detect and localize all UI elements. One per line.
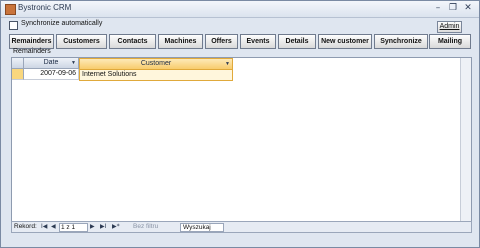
customer-cell[interactable]: Internet Solutions — [79, 69, 233, 81]
record-navigation-bar: Rekord: I◀ ◀ 1 z 1 ▶ ▶I ▶* Bez filtru Wy… — [11, 221, 472, 233]
customers-button[interactable]: Customers — [56, 34, 107, 49]
sort-dropdown-icon[interactable]: ▼ — [225, 59, 230, 69]
new-customer-button[interactable]: New customer — [318, 34, 372, 49]
restore-icon[interactable]: ❐ — [447, 3, 459, 14]
details-button[interactable]: Details — [278, 34, 316, 49]
offers-button[interactable]: Offers — [205, 34, 238, 49]
machines-button[interactable]: Machines — [158, 34, 203, 49]
synchronize-button[interactable]: Synchronize — [374, 34, 428, 49]
last-record-icon[interactable]: ▶I — [100, 222, 106, 232]
previous-record-icon[interactable]: ◀ — [51, 222, 56, 232]
date-cell[interactable]: 2007-09-06 — [24, 69, 79, 80]
minimize-icon[interactable]: – — [432, 3, 444, 14]
window-footer — [1, 233, 479, 247]
column-header-label: Customer — [140, 60, 172, 67]
new-record-icon[interactable]: ▶* — [112, 222, 120, 232]
close-icon[interactable]: ✕ — [462, 3, 474, 14]
remainders-grid: Date ▼ Customer ▼ 2007-09-06 Internet So… — [11, 57, 472, 231]
remainders-label: Remainders — [13, 48, 51, 55]
title-bar[interactable]: Bystronic CRM – ❐ ✕ — [1, 1, 479, 18]
sort-dropdown-icon[interactable]: ▼ — [71, 58, 76, 68]
record-position-field[interactable]: 1 z 1 — [59, 223, 88, 232]
grid-header: Date ▼ Customer ▼ — [12, 58, 471, 70]
app-window: Bystronic CRM – ❐ ✕ Synchronize automati… — [0, 0, 480, 248]
column-header-label: Date — [43, 59, 59, 66]
mailing-button[interactable]: Mailing — [429, 34, 471, 49]
search-input[interactable]: Wyszukaj — [180, 223, 224, 232]
vertical-scrollbar[interactable] — [460, 58, 471, 230]
remainders-button[interactable]: Remainders — [9, 34, 54, 49]
access-app-icon — [5, 4, 16, 15]
row-selector[interactable] — [12, 69, 24, 80]
window-title: Bystronic CRM — [18, 3, 72, 12]
contacts-button[interactable]: Contacts — [109, 34, 156, 49]
sync-checkbox[interactable] — [9, 21, 18, 30]
select-all-selector[interactable] — [12, 58, 24, 69]
first-record-icon[interactable]: I◀ — [41, 222, 47, 232]
table-row[interactable]: 2007-09-06 Internet Solutions — [12, 69, 471, 81]
admin-button[interactable]: Admin — [437, 21, 462, 33]
column-header-date[interactable]: Date ▼ — [24, 58, 79, 69]
record-label: Rekord: — [14, 223, 37, 230]
events-button[interactable]: Events — [240, 34, 276, 49]
filter-indicator[interactable]: Bez filtru — [133, 222, 158, 232]
sync-label: Synchronize automatically — [21, 20, 103, 27]
next-record-icon[interactable]: ▶ — [90, 222, 95, 232]
